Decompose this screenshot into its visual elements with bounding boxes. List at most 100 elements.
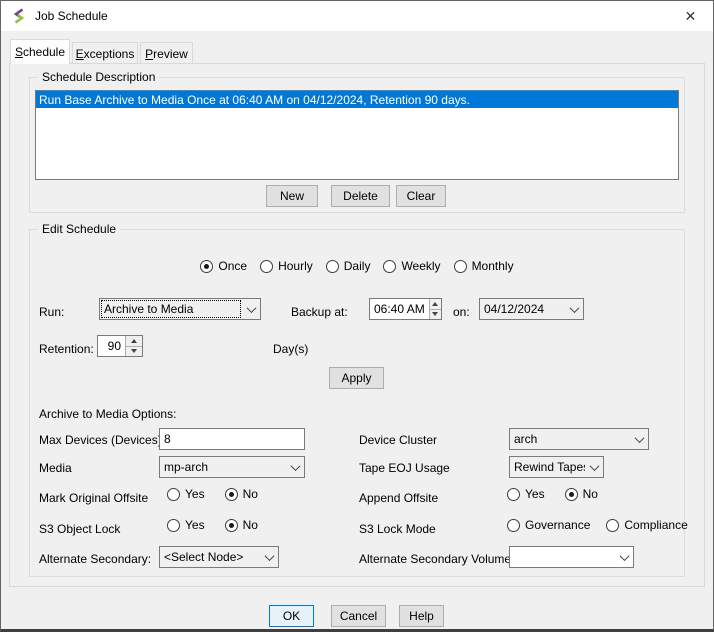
archive-options-title: Archive to Media Options: bbox=[39, 407, 176, 421]
schedule-list-item-selected[interactable]: Run Base Archive to Media Once at 06:40 … bbox=[36, 91, 678, 108]
max-devices-input[interactable]: 8 bbox=[159, 428, 305, 450]
radio-yes-icon bbox=[167, 519, 180, 532]
retention-spin-buttons bbox=[125, 336, 142, 356]
spin-up-button[interactable] bbox=[430, 299, 441, 310]
new-button[interactable]: New bbox=[266, 185, 318, 207]
radio-no-icon bbox=[225, 488, 238, 501]
alternate-secondary-volume-select[interactable] bbox=[509, 546, 634, 568]
alternate-secondary-label: Alternate Secondary: bbox=[39, 552, 151, 566]
chevron-down-icon bbox=[630, 429, 648, 449]
radio-daily[interactable]: Daily bbox=[326, 259, 371, 273]
spin-down-button[interactable] bbox=[430, 310, 441, 320]
backup-time-spinner[interactable]: 06:40 AM bbox=[369, 298, 442, 320]
media-label: Media bbox=[39, 461, 72, 475]
run-select-value: Archive to Media bbox=[100, 299, 242, 319]
retention-label: Retention: bbox=[39, 342, 94, 356]
job-schedule-dialog: Job Schedule ✕ Schedule Exceptions Previ… bbox=[0, 0, 714, 632]
ok-button[interactable]: OK bbox=[269, 605, 314, 627]
mark-original-offsite-yes-label: Yes bbox=[185, 487, 205, 501]
tab-exceptions-label: Exceptions bbox=[76, 47, 135, 61]
help-button[interactable]: Help bbox=[399, 605, 444, 627]
s3-object-lock-radio-group: Yes No bbox=[167, 518, 258, 532]
s3-object-lock-yes[interactable]: Yes bbox=[167, 518, 205, 532]
mark-original-offsite-yes[interactable]: Yes bbox=[167, 487, 205, 501]
tab-preview[interactable]: Preview bbox=[140, 42, 193, 64]
radio-weekly-label: Weekly bbox=[401, 259, 440, 273]
chevron-down-icon bbox=[260, 547, 278, 567]
close-icon[interactable]: ✕ bbox=[668, 1, 713, 31]
s3-object-lock-label: S3 Object Lock bbox=[39, 522, 120, 536]
delete-button[interactable]: Delete bbox=[331, 185, 390, 207]
mark-original-offsite-radio-group: Yes No bbox=[167, 487, 258, 501]
device-cluster-label: Device Cluster bbox=[359, 433, 437, 447]
append-offsite-no[interactable]: No bbox=[565, 487, 598, 501]
radio-once[interactable]: Once bbox=[200, 259, 247, 273]
s3-lock-mode-compliance[interactable]: Compliance bbox=[606, 518, 687, 532]
chevron-down-icon bbox=[615, 547, 633, 567]
s3-lock-mode-label: S3 Lock Mode bbox=[359, 522, 436, 536]
radio-monthly-label: Monthly bbox=[472, 259, 514, 273]
tab-exceptions[interactable]: Exceptions bbox=[72, 42, 138, 64]
tab-schedule[interactable]: Schedule bbox=[10, 39, 70, 64]
tape-eoj-usage-select[interactable]: Rewind Tapes bbox=[509, 456, 604, 478]
frequency-radio-group: Once Hourly Daily Weekly Monthly bbox=[29, 259, 685, 273]
radio-daily-label: Daily bbox=[344, 259, 371, 273]
max-devices-value: 8 bbox=[160, 432, 304, 446]
schedule-description-list[interactable]: Run Base Archive to Media Once at 06:40 … bbox=[35, 90, 679, 180]
device-cluster-select[interactable]: arch bbox=[509, 428, 649, 450]
edit-schedule-group-label: Edit Schedule bbox=[38, 222, 120, 236]
tab-schedule-label: Schedule bbox=[15, 45, 65, 59]
radio-once-label: Once bbox=[218, 259, 247, 273]
append-offsite-radio-group: Yes No bbox=[507, 487, 598, 501]
s3-object-lock-yes-label: Yes bbox=[185, 518, 205, 532]
spin-up-button[interactable] bbox=[126, 336, 142, 347]
apply-button[interactable]: Apply bbox=[329, 367, 384, 389]
append-offsite-label: Append Offsite bbox=[359, 491, 438, 505]
device-cluster-value: arch bbox=[510, 429, 630, 449]
radio-hourly-icon bbox=[260, 260, 273, 273]
media-value: mp-arch bbox=[160, 457, 286, 477]
on-date-select[interactable]: 04/12/2024 bbox=[479, 298, 584, 320]
append-offsite-yes[interactable]: Yes bbox=[507, 487, 545, 501]
mark-original-offsite-no[interactable]: No bbox=[225, 487, 258, 501]
chevron-down-icon bbox=[585, 457, 603, 477]
cancel-button[interactable]: Cancel bbox=[331, 605, 386, 627]
radio-monthly[interactable]: Monthly bbox=[454, 259, 514, 273]
spin-down-button[interactable] bbox=[126, 347, 142, 357]
tab-preview-label: Preview bbox=[145, 47, 188, 61]
chevron-down-icon bbox=[286, 457, 304, 477]
alternate-secondary-volume-label: Alternate Secondary Volume: bbox=[359, 552, 514, 566]
s3-lock-mode-compliance-label: Compliance bbox=[624, 518, 687, 532]
retention-value: 90 bbox=[98, 339, 125, 353]
media-select[interactable]: mp-arch bbox=[159, 456, 305, 478]
alternate-secondary-select[interactable]: <Select Node> bbox=[159, 546, 279, 568]
tape-eoj-usage-value: Rewind Tapes bbox=[510, 457, 585, 477]
max-devices-label: Max Devices (Devices) bbox=[39, 433, 162, 447]
s3-object-lock-no-label: No bbox=[243, 518, 258, 532]
radio-governance-icon bbox=[507, 519, 520, 532]
schedule-description-group-label: Schedule Description bbox=[38, 70, 159, 84]
clear-button[interactable]: Clear bbox=[396, 185, 446, 207]
chevron-down-icon bbox=[242, 299, 260, 319]
retention-spinner[interactable]: 90 bbox=[97, 335, 143, 357]
s3-lock-mode-governance[interactable]: Governance bbox=[507, 518, 590, 532]
s3-lock-mode-radio-group: Governance Compliance bbox=[507, 518, 688, 532]
radio-weekly[interactable]: Weekly bbox=[383, 259, 440, 273]
retention-unit-label: Day(s) bbox=[273, 342, 308, 356]
on-label: on: bbox=[453, 305, 470, 319]
radio-yes-icon bbox=[167, 488, 180, 501]
radio-compliance-icon bbox=[606, 519, 619, 532]
alternate-secondary-value: <Select Node> bbox=[160, 547, 260, 567]
mark-original-offsite-no-label: No bbox=[243, 487, 258, 501]
radio-yes-icon bbox=[507, 488, 520, 501]
mark-original-offsite-label: Mark Original Offsite bbox=[39, 491, 148, 505]
chevron-down-icon bbox=[565, 299, 583, 319]
app-logo-icon bbox=[11, 8, 27, 24]
radio-monthly-icon bbox=[454, 260, 467, 273]
radio-hourly[interactable]: Hourly bbox=[260, 259, 313, 273]
tape-eoj-usage-label: Tape EOJ Usage bbox=[359, 461, 450, 475]
title-bar: Job Schedule ✕ bbox=[1, 1, 713, 31]
run-select[interactable]: Archive to Media bbox=[99, 298, 261, 320]
s3-object-lock-no[interactable]: No bbox=[225, 518, 258, 532]
radio-no-icon bbox=[565, 488, 578, 501]
